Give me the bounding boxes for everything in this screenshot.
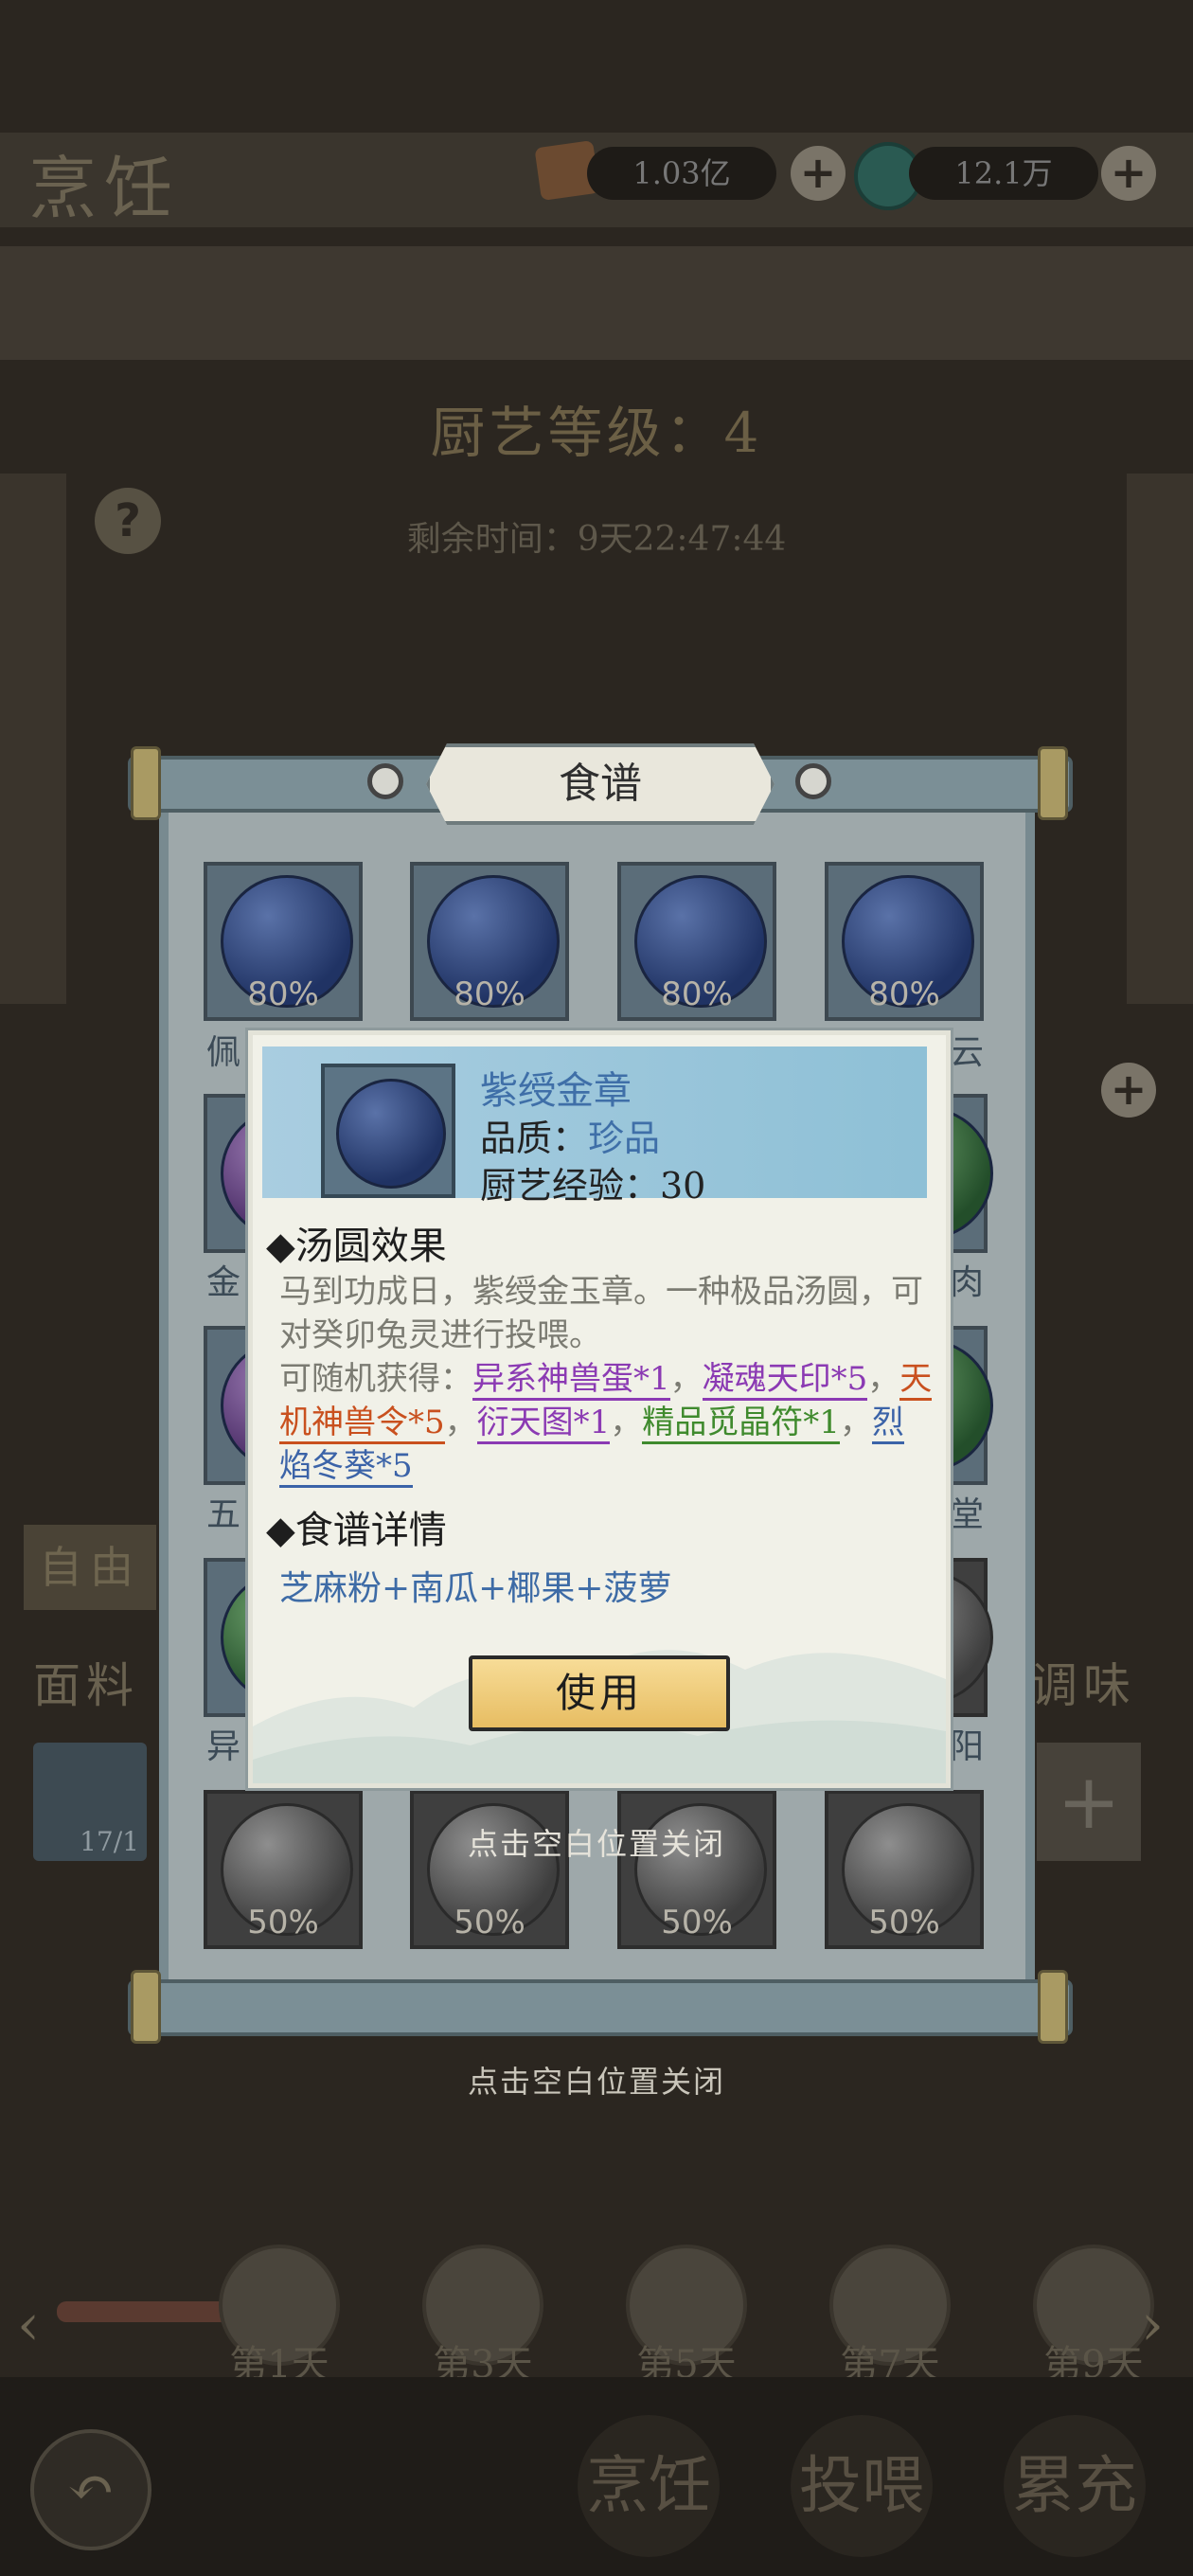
reward-item[interactable]: 异系神兽蛋*1 [472,1360,670,1401]
left-category-label: 面料 [33,1658,139,1713]
success-rate: 50% [247,1904,319,1941]
recipe-detail-popup: 紫绶金章 品质：珍品 厨艺经验：30 ◆汤圆效果 马到功成日，紫绶金玉章。一种极… [248,1030,951,1788]
recipe-card[interactable]: 50% [825,1790,984,1949]
recipe-name-fragment: 异 [206,1727,241,1766]
back-button[interactable]: ↶ [30,2429,151,2550]
recipe-card[interactable]: 80% [617,862,776,1021]
timeline-left-arrow-icon[interactable]: ‹ [17,2292,40,2358]
recipe-card[interactable]: 50% [617,1790,776,1949]
success-rate: 50% [868,1904,940,1941]
gold-amount: 1.03亿 [587,147,776,200]
shelf-decoration [0,246,1193,360]
scroll-bottom-rod [128,1979,1073,2036]
success-rate: 80% [868,975,940,1013]
effect-description: 马到功成日，紫绶金玉章。一种极品汤圆，可对癸卯兔灵进行投喂。 [279,1273,923,1354]
remaining-time: 剩余时间：9天22:47:44 [406,520,787,559]
recipe-name-fragment: 堂 [950,1495,985,1534]
quality-label: 品质： [480,1118,589,1159]
recipe-name-fragment: 金 [206,1263,241,1302]
use-button[interactable]: 使用 [469,1655,730,1731]
right-pillar [1127,474,1193,1004]
reward-prefix: 可随机获得： [279,1360,472,1398]
success-rate: 50% [661,1904,733,1941]
day-reward-1[interactable]: 第1天 [208,2245,350,2388]
scroll-knob [367,763,403,799]
close-hint-outer: 点击空白位置关闭 [467,2064,725,2100]
recipe-heading: ◆食谱详情 [266,1509,447,1552]
item-quality: 品质：珍品 [480,1109,660,1161]
reward-item[interactable]: 精品觅晶符*1 [642,1404,840,1444]
recipe-card[interactable]: 80% [204,862,363,1021]
timeline-right-arrow-icon[interactable]: › [1141,2292,1164,2358]
recipe-card[interactable]: 80% [825,862,984,1021]
day-reward-5[interactable]: 第5天 [615,2245,757,2388]
free-mode-tab[interactable]: 自由 [24,1525,156,1610]
day-reward-3[interactable]: 第3天 [412,2245,554,2388]
success-rate: 80% [247,975,319,1013]
reward-item[interactable]: 衍天图*1 [476,1404,611,1444]
recipe-name-fragment: 肉 [950,1263,985,1302]
recipe-card[interactable]: 50% [410,1790,569,1949]
nav-feed-button[interactable]: 投喂 [791,2415,933,2557]
add-jade-button[interactable]: + [1101,146,1156,201]
success-rate: 50% [454,1904,525,1941]
left-pillar [0,474,66,1004]
success-rate: 80% [454,975,525,1013]
recipe-panel-title: 食谱 [426,743,775,825]
page-title: 烹饪 [28,149,181,228]
jade-amount: 12.1万 [909,147,1098,200]
recipe-card[interactable]: 50% [204,1790,363,1949]
cooking-level: 厨艺等级：4 [430,401,763,465]
ingredients-list: 芝麻粉+南瓜+椰果+菠萝 [279,1569,672,1608]
recipe-name-fragment: 阳 [950,1727,985,1766]
close-hint-inner: 点击空白位置关闭 [467,1826,725,1862]
add-slot-button[interactable]: + [1101,1063,1156,1118]
success-rate: 80% [661,975,733,1013]
item-icon-frame [321,1064,455,1198]
recipe-name-fragment: 佩 [206,1033,241,1072]
effect-heading: ◆汤圆效果 [266,1225,447,1268]
rod-cap [131,746,161,820]
item-name: 紫绶金章 [480,1069,632,1113]
item-exp: 厨艺经验：30 [480,1165,706,1207]
tangyuan-orb-icon [336,1079,446,1189]
rod-cap [131,1970,161,2044]
reward-item[interactable]: 凝魂天印*5 [702,1360,868,1401]
rod-cap [1038,1970,1068,2044]
add-gold-button[interactable]: + [791,146,846,201]
rod-cap [1038,746,1068,820]
recipe-name-fragment: 五 [206,1495,241,1534]
day-reward-7[interactable]: 第7天 [819,2245,961,2388]
nav-recharge-button[interactable]: 累充 [1004,2415,1146,2557]
nav-cook-button[interactable]: 烹饪 [578,2415,720,2557]
recipe-name-fragment: 云 [950,1033,985,1072]
reward-list: 可随机获得：异系神兽蛋*1，凝魂天印*5，天机神兽令*5，衍天图*1，精品觅晶符… [279,1357,933,1488]
scroll-knob [795,763,831,799]
quality-value: 珍品 [588,1118,661,1159]
recipe-card[interactable]: 80% [410,862,569,1021]
right-category-label: 调味 [1030,1658,1136,1713]
